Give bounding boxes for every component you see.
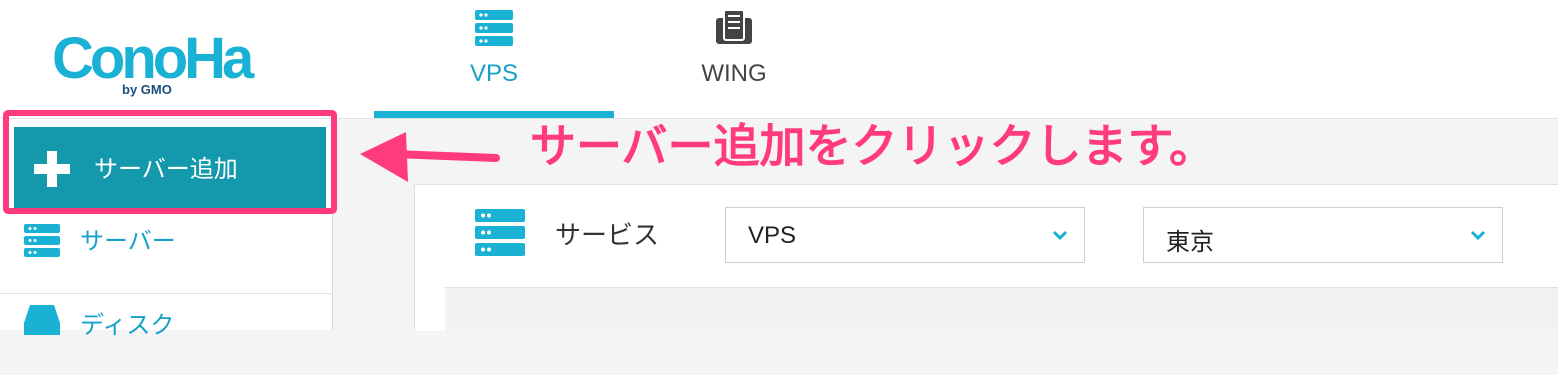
region-select-value: 東京 [1166, 229, 1214, 256]
tab-vps[interactable]: VPS [374, 0, 614, 118]
sidebar-item-server[interactable]: サーバー [0, 211, 332, 294]
service-label: サービス [555, 221, 660, 251]
server-stack-icon [475, 10, 513, 46]
server-stack-icon [475, 209, 525, 256]
highlight-box [3, 110, 337, 214]
region-select[interactable]: 東京 [1143, 207, 1503, 263]
sidebar-item-disk[interactable]: ディスク [0, 293, 332, 375]
chevron-down-icon [1052, 230, 1068, 240]
chevron-down-icon [1470, 230, 1486, 240]
annotation-text: サーバー追加をクリックします。 [530, 119, 1215, 173]
conoha-logo[interactable]: ConoHa by GMO [40, 8, 300, 104]
sidebar-item-disk-label: ディスク [80, 311, 175, 339]
sidebar-item-server-label: サーバー [80, 227, 176, 255]
top-navigation-bar: ConoHa by GMO VPS WING [0, 0, 1558, 119]
inner-panel [445, 287, 1558, 332]
tab-wing-label: WING [701, 60, 767, 87]
service-select-value: VPS [748, 222, 797, 249]
logo-sub-text: by GMO [122, 82, 172, 97]
tab-wing[interactable]: WING [614, 0, 854, 118]
wing-icon [716, 10, 752, 44]
server-stack-icon [24, 224, 60, 257]
tab-vps-label: VPS [469, 60, 519, 87]
disk-icon [24, 305, 60, 335]
annotation-arrow-icon [360, 132, 500, 182]
service-selector-panel: サービス VPS 東京 [414, 184, 1558, 332]
service-select[interactable]: VPS [725, 207, 1085, 263]
